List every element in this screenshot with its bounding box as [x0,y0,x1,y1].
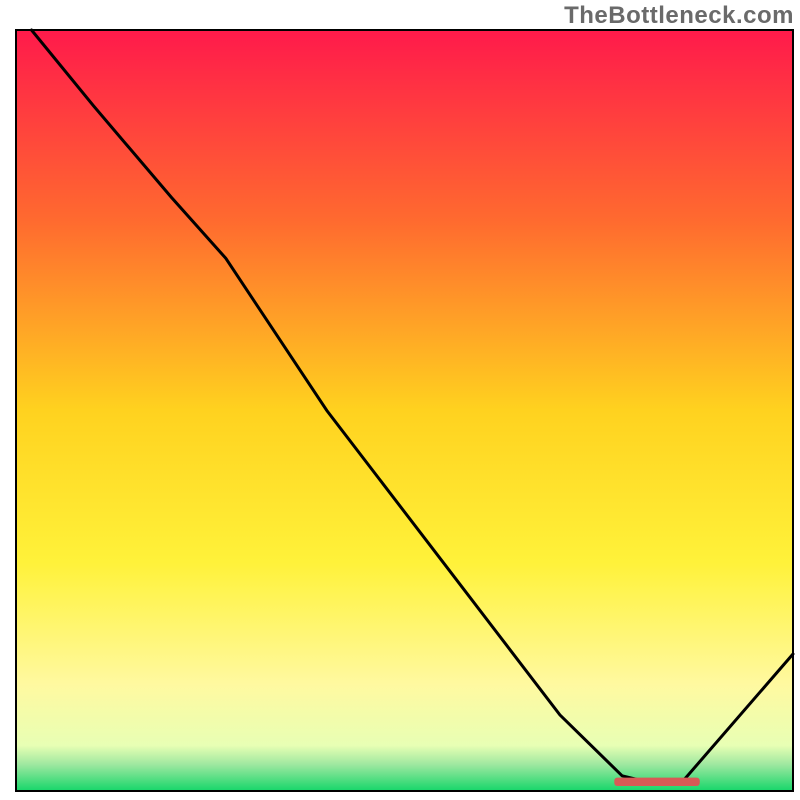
bottleneck-chart [0,0,800,800]
plot-area [16,30,793,791]
optimal-range-marker [614,778,699,786]
chart-container: { "watermark": "TheBottleneck.com", "cha… [0,0,800,800]
chart-background [16,30,793,791]
